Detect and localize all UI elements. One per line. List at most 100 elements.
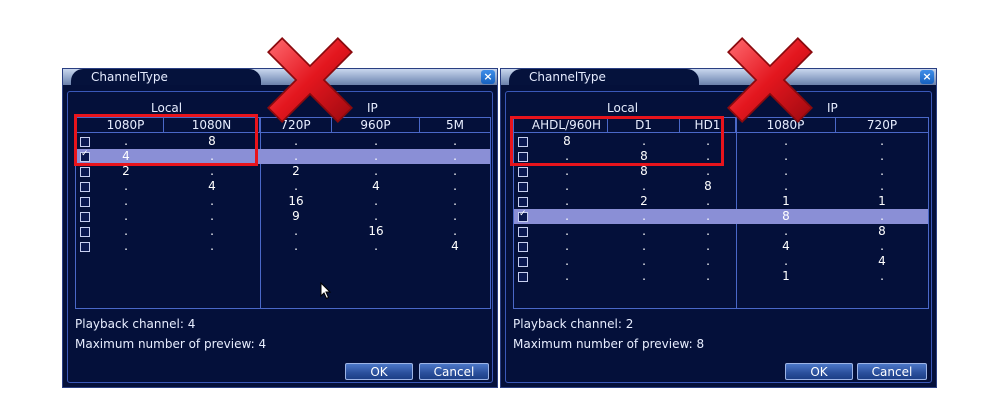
table-cell: . [453,134,457,148]
max-preview-text: Maximum number of preview: 4 [75,337,267,351]
table-row[interactable]: . 4. 4. [76,179,490,194]
table-cell: . [565,269,569,283]
table-cell: . [784,149,788,163]
table-cell: . [565,179,569,193]
table-cell: . [124,194,128,208]
table-cell: 4 [372,179,380,193]
table-cell: 1 [782,269,790,283]
table-cell: 1 [878,194,886,208]
table-cell: 8 [878,224,886,238]
table-cell: . [374,164,378,178]
table-cell: 2 [292,164,300,178]
table-cell: . [880,269,884,283]
table-cell: 9 [292,209,300,223]
table-cell: 8 [640,164,648,178]
table-cell: . [453,194,457,208]
table-cell: . [706,269,710,283]
ok-button[interactable]: OK [785,363,853,380]
table-row[interactable]: .... 4 [514,254,928,269]
table-row[interactable]: .. 16.. [76,194,490,209]
table-cell: . [124,239,128,253]
max-preview-text: Maximum number of preview: 8 [513,337,705,351]
table-cell: . [565,194,569,208]
highlight-box-left [74,114,258,166]
table-cell: 8 [704,179,712,193]
group-local-label: Local [151,101,183,115]
dialog-title: ChannelType [71,69,261,85]
table-cell: 8 [782,209,790,223]
table-cell: . [453,209,457,223]
table-cell: . [880,134,884,148]
table-cell: . [784,179,788,193]
table-cell: . [706,224,710,238]
table-row[interactable]: . 2. 1 1 [514,194,928,209]
table-cell: 16 [368,224,384,238]
table-cell: 4 [782,239,790,253]
table-cell: . [706,164,710,178]
table-cell: . [294,179,298,193]
table-cell: . [880,239,884,253]
table-cell: . [880,179,884,193]
table-cell: . [706,239,710,253]
table-row[interactable]: 2. 2.. [76,164,490,179]
table-cell: . [880,209,884,223]
table-cell: . [210,224,214,238]
table-cell: . [784,254,788,268]
table-cell: . [124,209,128,223]
table-cell: . [642,269,646,283]
table-row[interactable]: .. 9.. [76,209,490,224]
table-cell: . [565,254,569,268]
table-cell: . [642,209,646,223]
table-cell: . [210,194,214,208]
table-cell: . [210,209,214,223]
table-cell: . [210,239,214,253]
col-header: 720P [866,118,898,132]
table-cell: . [784,164,788,178]
highlight-box-right [510,116,724,166]
table-row[interactable]: .... 8 [514,224,928,239]
table-cell: . [642,179,646,193]
table-cell: . [453,164,457,178]
table-cell: . [453,149,457,163]
table-cell: . [374,149,378,163]
table-row[interactable]: .. 8.. [514,179,928,194]
table-row[interactable]: ... 4. [514,239,928,254]
table-row[interactable]: ... 1. [514,269,928,284]
table-cell: . [294,239,298,253]
table-cell: . [642,239,646,253]
table-cell: . [453,224,457,238]
table-cell: 16 [288,194,304,208]
dialog-title: ChannelType [509,69,699,85]
close-icon[interactable]: × [481,70,495,84]
table-cell: . [453,179,457,193]
table-row[interactable]: .... 4 [76,239,490,254]
table-cell: . [642,254,646,268]
red-x-icon [267,37,353,123]
table-cell: . [124,224,128,238]
table-cell: . [565,239,569,253]
table-cell: . [642,224,646,238]
table-row[interactable]: ... 16. [76,224,490,239]
cancel-button[interactable]: Cancel [857,363,927,380]
table-cell: . [565,164,569,178]
ok-button[interactable]: OK [345,363,413,380]
table-cell: . [374,209,378,223]
table-cell: 4 [878,254,886,268]
table-cell: . [880,164,884,178]
mouse-cursor-icon [320,282,332,300]
col-header: 5M [446,118,464,132]
table-cell: . [294,224,298,238]
table-row[interactable]: ... 8. [514,209,928,224]
close-icon[interactable]: × [920,70,934,84]
cancel-button[interactable]: Cancel [419,363,489,380]
table-cell: 4 [208,179,216,193]
table-row[interactable]: . 8... [514,164,928,179]
table-cell: . [706,254,710,268]
table-cell: . [880,149,884,163]
group-ip-label: IP [367,101,378,115]
table-cell: . [374,239,378,253]
table-cell: . [565,224,569,238]
group-ip-label: IP [827,101,838,115]
table-cell: . [706,194,710,208]
group-local-label: Local [607,101,639,115]
